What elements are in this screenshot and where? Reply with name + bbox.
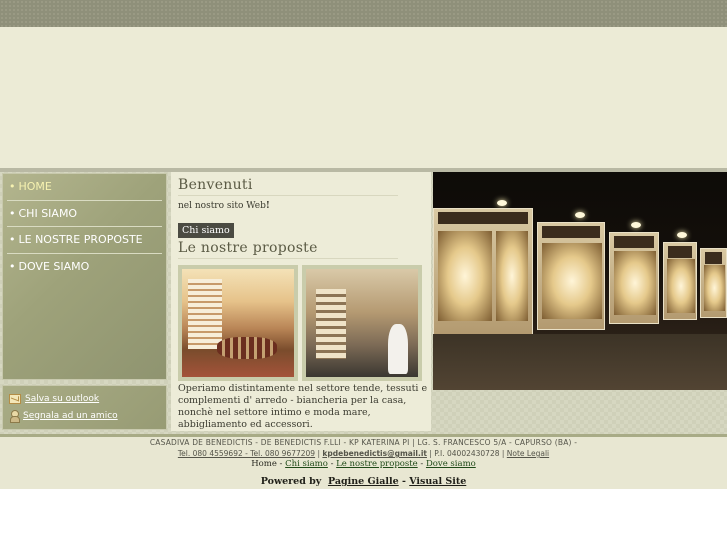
shop-front <box>663 242 697 320</box>
store-showroom-photo[interactable] <box>302 265 422 381</box>
footer-separator: - <box>276 459 286 469</box>
powered-by-dash: - <box>398 476 410 487</box>
intro-exclamation: ! <box>265 201 270 211</box>
envelope-icon <box>9 393 21 404</box>
intro-text: nel nostro sito Web! <box>178 201 431 211</box>
shop-sign <box>668 246 692 258</box>
shop-window <box>542 243 602 319</box>
main-content: Benvenuti nel nostro sito Web! Chi siamo… <box>171 172 431 431</box>
tell-a-friend-link[interactable]: Segnala ad un amico <box>9 407 166 424</box>
shop-sign <box>614 236 654 248</box>
lamp-light <box>631 222 641 228</box>
top-bar <box>0 0 727 27</box>
store-showroom-image <box>306 269 418 377</box>
nav-item-label: CHI SIAMO <box>18 206 78 220</box>
shop-front <box>433 208 533 336</box>
visual-site-link[interactable]: Visual Site <box>409 476 466 487</box>
nav-item-home[interactable]: • HOME <box>7 174 162 201</box>
bullet-icon: • <box>9 259 16 273</box>
shop-window <box>438 231 492 321</box>
shop-front <box>537 222 605 330</box>
shop-front <box>609 232 659 324</box>
description-text: Operiamo distintamente nel settore tende… <box>178 383 428 430</box>
shop-window <box>667 259 695 313</box>
bullet-icon: • <box>9 180 16 193</box>
chi-siamo-button[interactable]: Chi siamo <box>178 223 234 238</box>
store-interior-photo[interactable] <box>178 265 298 381</box>
nav-item-le-nostre-proposte[interactable]: • LE NOSTRE PROPOSTE <box>7 227 162 254</box>
powered-by-label: Powered by <box>260 476 322 487</box>
footer-nav: Home - Chi siamo - Le nostre proposte - … <box>0 459 727 469</box>
footer-separator: - <box>417 459 426 469</box>
footer: CASADIVA DE BENEDICTIS - DE BENEDICTIS F… <box>0 437 727 489</box>
side-links-box: Salva su outlook Segnala ad un amico <box>2 385 167 430</box>
shop-window <box>496 231 528 321</box>
phone-link[interactable]: Tel. 080 4559692 - Tel. 080 9677209 <box>178 449 315 458</box>
header-banner <box>0 27 727 168</box>
email-link[interactable]: kpdebenedictis@gmail.it <box>322 449 427 458</box>
shop-window <box>614 251 656 315</box>
footer-link-home[interactable]: Home <box>251 459 277 469</box>
bullet-icon: • <box>9 233 16 246</box>
bullet-icon: • <box>9 206 16 220</box>
nav-item-dove-siamo[interactable]: • DOVE SIAMO <box>7 254 162 281</box>
nav-item-label: HOME <box>18 180 52 193</box>
nav-item-label: LE NOSTRE PROPOSTE <box>18 233 143 246</box>
footer-link-dove-siamo[interactable]: Dove siamo <box>426 459 476 469</box>
footer-link-proposte[interactable]: Le nostre proposte <box>336 459 418 469</box>
sidebar-nav: • HOME • CHI SIAMO • LE NOSTRE PROPOSTE • DO… <box>2 173 167 380</box>
shop-front <box>700 248 727 318</box>
vat-number: | P.I. 04002430728 | <box>426 449 507 458</box>
company-info: CASADIVA DE BENEDICTIS - DE BENEDICTIS F… <box>149 438 578 447</box>
welcome-heading: Benvenuti <box>178 177 398 196</box>
nav-item-chi-siamo[interactable]: • CHI SIAMO <box>7 201 162 227</box>
shop-window <box>704 265 725 311</box>
contact-line: Tel. 080 4559692 - Tel. 080 9677209 | kp… <box>0 449 727 458</box>
street <box>433 334 727 390</box>
store-interior-image <box>182 269 294 377</box>
intro-text-body: nel nostro sito Web <box>178 201 266 211</box>
shop-sign <box>438 212 528 224</box>
pagine-gialle-link[interactable]: Pagine Gialle <box>328 476 399 487</box>
save-to-outlook-link[interactable]: Salva su outlook <box>9 390 166 407</box>
user-icon <box>9 409 20 423</box>
proposte-heading: Le nostre proposte <box>178 240 398 259</box>
legal-notes-link[interactable]: Note Legali <box>507 449 549 458</box>
photo-gallery <box>178 265 431 381</box>
powered-by-line: Powered by Pagine Gialle - Visual Site <box>0 476 727 487</box>
footer-link-chi-siamo[interactable]: Chi siamo <box>285 459 328 469</box>
storefront-photo <box>433 172 727 390</box>
tell-a-friend-label: Segnala ad un amico <box>23 410 118 421</box>
save-to-outlook-label: Salva su outlook <box>25 393 100 404</box>
lamp-light <box>677 232 687 238</box>
lamp-light <box>497 200 507 206</box>
footer-separator: - <box>327 459 337 469</box>
lamp-light <box>575 212 585 218</box>
nav-item-label: DOVE SIAMO <box>18 259 90 273</box>
shop-sign <box>705 252 722 264</box>
shop-sign <box>542 226 600 238</box>
